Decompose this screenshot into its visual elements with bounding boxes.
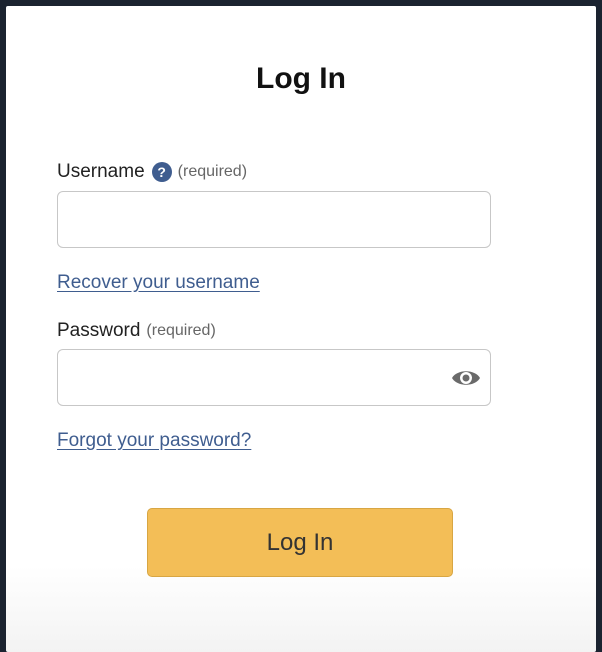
password-label-row: Password (required) (57, 320, 216, 342)
login-panel: Log In Username ? (required) Recover you… (6, 6, 596, 652)
password-field[interactable] (58, 350, 490, 405)
forgot-password-link[interactable]: Forgot your password? (57, 430, 251, 452)
username-label: Username (57, 161, 145, 182)
page-title: Log In (256, 62, 346, 95)
username-required-hint: (required) (177, 163, 248, 180)
recover-username-link[interactable]: Recover your username (57, 272, 260, 294)
eye-icon[interactable] (450, 366, 482, 390)
password-required-hint: (required) (146, 322, 216, 339)
password-field-box (57, 349, 491, 406)
login-button[interactable]: Log In (147, 508, 453, 577)
question-circle-icon[interactable]: ? (151, 162, 172, 182)
username-field-box (57, 191, 491, 248)
password-label: Password (57, 320, 141, 341)
username-label-row: Username ? (required) (57, 161, 247, 183)
username-field[interactable] (58, 192, 490, 247)
